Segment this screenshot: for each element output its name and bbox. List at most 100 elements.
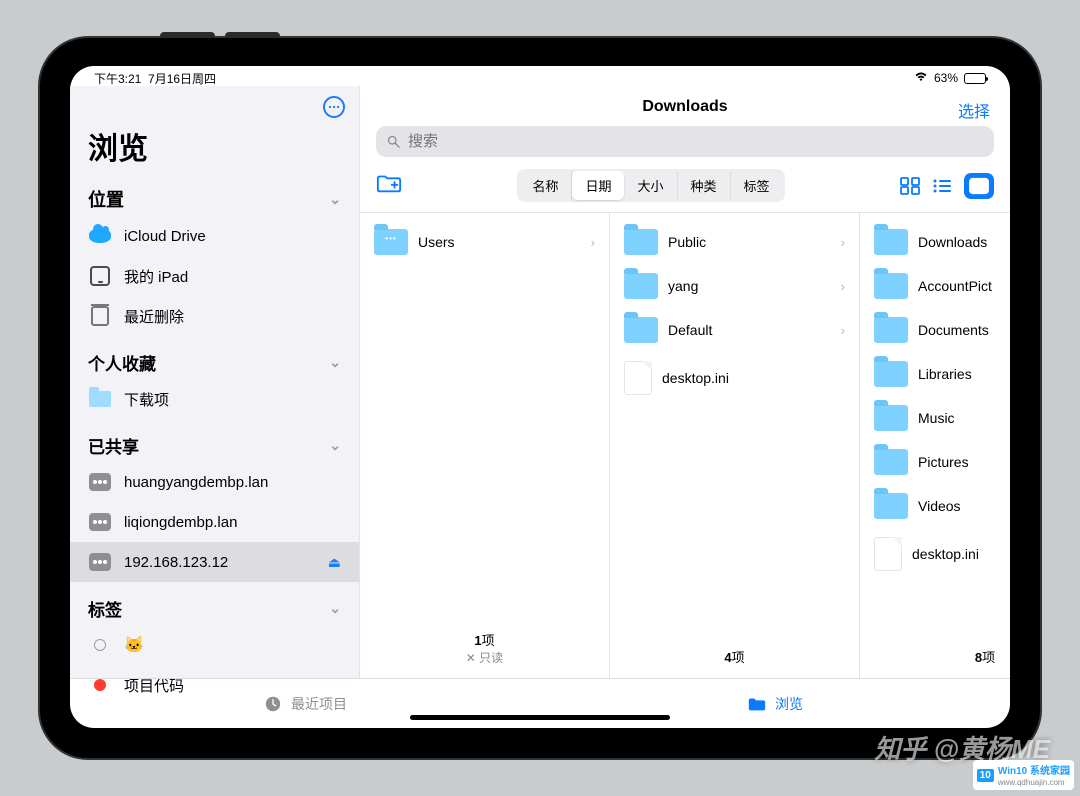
folder-icon [88, 387, 112, 411]
home-indicator[interactable] [410, 715, 670, 720]
sort-option-tags[interactable]: 标签 [731, 171, 783, 200]
file-row[interactable]: Documents [866, 309, 1010, 351]
section-locations-header[interactable]: 位置 ⌄ [70, 174, 359, 216]
sidebar-item-tag[interactable]: 🐱 [70, 625, 359, 665]
folder-icon [874, 317, 908, 343]
sort-option-size[interactable]: 大小 [624, 171, 677, 200]
item-count: 8项 [866, 647, 1010, 666]
file-name: desktop.ini [912, 546, 1010, 562]
sort-option-kind[interactable]: 种类 [678, 171, 731, 200]
file-name: Downloads [918, 234, 1010, 250]
file-name: Public [668, 234, 831, 250]
select-button[interactable]: 选择 [958, 98, 990, 122]
folder-icon [874, 405, 908, 431]
network-icon [88, 550, 112, 574]
file-name: yang [668, 278, 831, 294]
status-time: 下午3:21 [94, 72, 141, 86]
chevron-down-icon: ⌄ [329, 437, 341, 454]
tab-recent[interactable]: 最近项目 [70, 679, 540, 728]
file-row[interactable]: Videos [866, 485, 1010, 527]
chevron-down-icon: ⌄ [329, 354, 341, 371]
chevron-right-icon: › [841, 235, 845, 250]
file-row[interactable]: desktop.ini [616, 353, 853, 403]
battery-percent: 63% [934, 71, 958, 85]
cloud-icon [88, 224, 112, 248]
tag-color-icon [88, 633, 112, 657]
file-row[interactable]: Default › [616, 309, 853, 351]
sort-option-date[interactable]: 日期 [572, 171, 624, 200]
page-title: Downloads [642, 98, 727, 115]
file-row[interactable]: Pictures [866, 441, 1010, 483]
item-count: 1项 [366, 630, 603, 649]
column-footer: 4项 [610, 639, 859, 678]
chevron-right-icon: › [841, 323, 845, 338]
file-name: Default [668, 322, 831, 338]
file-row[interactable]: desktop.ini [866, 529, 1010, 579]
sidebar-item-icloud[interactable]: iCloud Drive [70, 216, 359, 256]
file-name: Music [918, 410, 1010, 426]
hardware-button [225, 32, 280, 38]
file-name: Users [418, 234, 581, 250]
sort-option-name[interactable]: 名称 [519, 171, 572, 200]
sidebar-item-downloads[interactable]: 下载项 [70, 379, 359, 419]
folder-icon [624, 273, 658, 299]
column-view-column: Downloads AccountPict Documents Libraries Mu… [860, 213, 1010, 678]
battery-icon [964, 73, 986, 84]
network-icon [88, 510, 112, 534]
sort-segmented-control[interactable]: 名称 日期 大小 种类 标签 [517, 169, 784, 202]
section-favorites-header[interactable]: 个人收藏 ⌄ [70, 336, 359, 379]
sidebar-item-network-server-selected[interactable]: 192.168.123.12 ⏏ [70, 542, 359, 582]
file-row[interactable]: yang › [616, 265, 853, 307]
sidebar-item-recently-deleted[interactable]: 最近删除 [70, 296, 359, 336]
folder-icon [747, 695, 767, 713]
trash-icon [88, 304, 112, 328]
section-shared-header[interactable]: 已共享 ⌄ [70, 419, 359, 462]
chevron-right-icon: › [591, 235, 595, 250]
view-list-button[interactable] [932, 177, 952, 195]
chevron-down-icon: ⌄ [329, 600, 341, 617]
sidebar-title: 浏览 [70, 120, 359, 174]
new-folder-button[interactable] [376, 172, 402, 199]
wifi-icon [914, 71, 928, 86]
main-panel: Downloads 选择 名称 日期 大小 [360, 86, 1010, 678]
column-view-column: Users › 1项✕ 只读 [360, 213, 610, 678]
sidebar-item-myipad[interactable]: 我的 iPad [70, 256, 359, 296]
readonly-label: ✕ 只读 [366, 649, 603, 666]
ipad-frame: 下午3:21 7月16日周四 63% 浏览 [40, 38, 1040, 758]
file-row[interactable]: Public › [616, 221, 853, 263]
file-name: Documents [918, 322, 1010, 338]
file-row[interactable]: Downloads [866, 221, 1010, 263]
section-tags-header[interactable]: 标签 ⌄ [70, 582, 359, 625]
column-footer: 8项 [860, 639, 1010, 678]
status-bar: 下午3:21 7月16日周四 63% [70, 66, 1010, 86]
file-icon [874, 537, 902, 571]
file-name: Pictures [918, 454, 1010, 470]
search-input[interactable] [376, 126, 994, 157]
eject-icon[interactable]: ⏏ [328, 554, 341, 571]
file-row[interactable]: AccountPict [866, 265, 1010, 307]
file-row[interactable]: Users › [366, 221, 603, 263]
chevron-right-icon: › [841, 279, 845, 294]
folder-icon [624, 317, 658, 343]
chevron-down-icon: ⌄ [329, 191, 341, 208]
sidebar-item-network-server[interactable]: liqiongdembp.lan [70, 502, 359, 542]
tab-bar: 最近项目 浏览 [70, 678, 1010, 728]
more-options-button[interactable] [323, 96, 345, 118]
view-grid-button[interactable] [900, 177, 920, 195]
sidebar-item-network-server[interactable]: huangyangdembp.lan [70, 462, 359, 502]
search-icon [386, 134, 401, 149]
folder-icon [874, 273, 908, 299]
tab-browse[interactable]: 浏览 [540, 679, 1010, 728]
folder-icon [874, 229, 908, 255]
view-columns-button[interactable] [964, 173, 994, 199]
column-footer: 1项✕ 只读 [360, 622, 609, 678]
file-name: Libraries [918, 366, 1010, 382]
file-name: Videos [918, 498, 1010, 514]
file-row[interactable]: Music [866, 397, 1010, 439]
status-date: 7月16日周四 [148, 72, 216, 86]
network-icon [88, 470, 112, 494]
folder-icon [874, 493, 908, 519]
file-row[interactable]: Libraries [866, 353, 1010, 395]
ipad-icon [88, 264, 112, 288]
sidebar: 浏览 位置 ⌄ iCloud Drive 我的 iPad [70, 86, 360, 678]
